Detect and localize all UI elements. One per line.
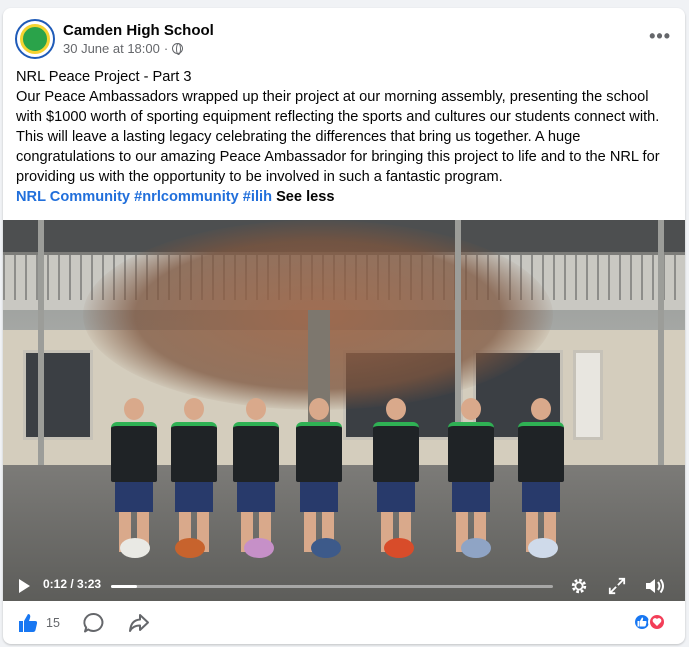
student xyxy=(233,398,279,552)
rugby-ball xyxy=(384,538,414,558)
see-less-button[interactable]: See less xyxy=(276,189,334,205)
reaction-summary[interactable] xyxy=(633,613,666,631)
gear-icon[interactable] xyxy=(570,577,588,595)
separator-dot: · xyxy=(163,41,169,56)
video-controls: 0:12 / 3:23 xyxy=(3,570,685,601)
like-count: 15 xyxy=(46,616,60,630)
post-subline: 30 June at 18:00 · xyxy=(63,40,214,57)
student xyxy=(448,398,494,552)
hashtag-link[interactable]: #nrlcommunity xyxy=(134,189,239,205)
post-header: Camden High School 30 June at 18:00 · xyxy=(15,19,214,59)
student xyxy=(373,398,419,552)
share-icon[interactable] xyxy=(128,612,150,634)
post-meta: Camden High School 30 June at 18:00 · xyxy=(63,21,214,57)
video-post xyxy=(38,220,44,470)
post-title: NRL Peace Project - Part 3 xyxy=(16,69,192,85)
play-icon[interactable] xyxy=(19,579,30,593)
volume-icon[interactable] xyxy=(644,576,666,596)
comment-icon[interactable] xyxy=(83,612,105,634)
rugby-ball xyxy=(175,538,205,558)
page-name[interactable]: Camden High School xyxy=(63,21,214,40)
post-card: Camden High School 30 June at 18:00 · ••… xyxy=(3,8,685,644)
current-time: 0:12 xyxy=(43,577,68,591)
progress-fill xyxy=(111,585,138,588)
rugby-ball xyxy=(244,538,274,558)
like-button[interactable]: 15 xyxy=(18,613,60,633)
rugby-ball xyxy=(461,538,491,558)
duration: 3:23 xyxy=(77,577,102,591)
time-readout: 0:12 / 3:23 xyxy=(43,577,101,591)
video-door xyxy=(573,350,603,440)
more-icon[interactable]: ••• xyxy=(649,26,671,47)
student xyxy=(296,398,342,552)
avatar[interactable] xyxy=(15,19,55,59)
hashtag-row: NRL Community #nrlcommunity #ilih See le… xyxy=(16,189,335,205)
expand-icon[interactable] xyxy=(608,577,626,595)
rugby-ball xyxy=(120,538,150,558)
post-text: NRL Peace Project - Part 3 Our Peace Amb… xyxy=(16,67,676,207)
love-reaction-icon xyxy=(648,613,666,631)
action-bar: 15 xyxy=(3,601,685,644)
school-logo xyxy=(20,24,50,54)
video-window xyxy=(23,350,93,440)
student xyxy=(518,398,564,552)
student xyxy=(171,398,217,552)
time-separator: / xyxy=(67,577,78,591)
post-body: Our Peace Ambassadors wrapped up their p… xyxy=(16,89,660,185)
video-player[interactable]: 0:12 / 3:23 xyxy=(3,220,685,601)
post-date[interactable]: 30 June at 18:00 xyxy=(63,40,160,57)
rugby-ball xyxy=(528,538,558,558)
rugby-ball xyxy=(311,538,341,558)
progress-bar[interactable] xyxy=(111,585,553,588)
globe-icon xyxy=(172,43,184,55)
hashtag-link[interactable]: #ilih xyxy=(243,189,272,205)
video-post xyxy=(658,220,664,470)
hashtag-link[interactable]: NRL Community xyxy=(16,189,130,205)
like-icon xyxy=(19,614,38,632)
student xyxy=(111,398,157,552)
